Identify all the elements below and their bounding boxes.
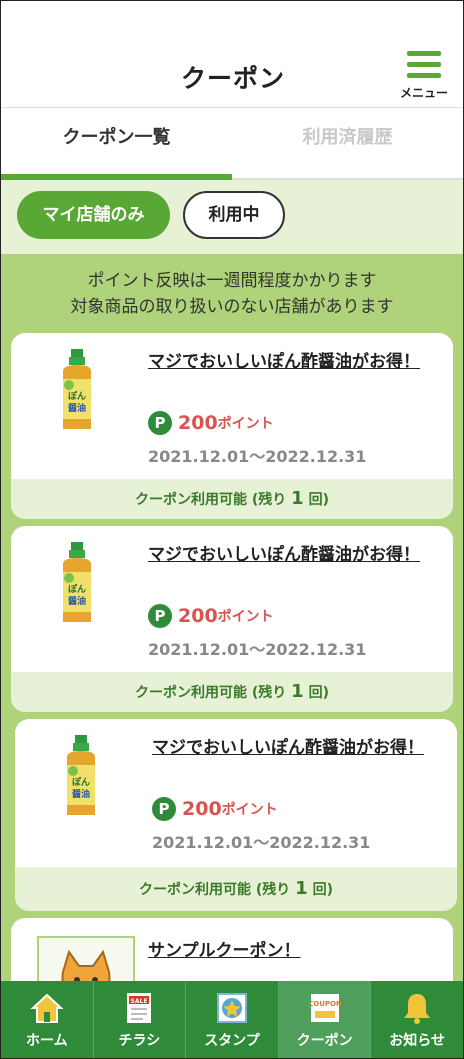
points-row: P 200 ポイント — [148, 604, 274, 628]
nav-coupon[interactable]: COUPON クーポン — [278, 981, 372, 1058]
notice: ポイント反映は一週間程度かかります 対象商品の取り扱いのない店舗があります — [1, 268, 463, 320]
points-icon: P — [148, 604, 172, 628]
coupon-status: クーポン利用可能 (残り 1 回) — [11, 479, 453, 519]
status-suffix: 回) — [303, 492, 329, 508]
tab-coupon-list[interactable]: クーポン一覧 — [1, 108, 232, 180]
status-prefix: クーポン利用可能 (残り — [135, 685, 292, 701]
svg-text:醤油: 醤油 — [68, 402, 86, 414]
notice-line-2: 対象商品の取り扱いのない店舗があります — [70, 297, 394, 317]
coupon-title[interactable]: マジでおいしいぽん酢醤油がお得！ — [152, 735, 432, 762]
stamp-icon — [216, 993, 247, 1023]
svg-text:ぽん: ぽん — [68, 583, 86, 595]
filter-my-stores[interactable]: マイ店舗のみ — [17, 191, 170, 239]
valid-period: 2021.12.01〜2022.12.31 — [148, 447, 367, 466]
flyer-icon: SALE — [127, 993, 152, 1023]
status-suffix: 回) — [303, 685, 329, 701]
coupon-card[interactable]: ぽん 醤油 マジでおいしいぽん酢醤油がお得！ P 200 ポイント 2021.1… — [11, 333, 453, 519]
cat-mascot-icon — [61, 949, 111, 982]
hamburger-icon-line — [407, 62, 441, 67]
flyer-icon-text: SALE — [131, 998, 148, 1005]
app-screen: クーポン メニュー クーポン一覧 利用済履歴 マイ店舗のみ 利用中 ポイント反映… — [0, 0, 464, 1059]
coupon-card[interactable]: ぽん 醤油 マジでおいしいぽん酢醤油がお得！ P 200 ポイント 2021.1… — [15, 719, 457, 911]
coupon-card[interactable]: ぽん 醤油 マジでおいしいぽん酢醤油がお得！ P 200 ポイント 2021.1… — [11, 526, 453, 712]
remaining-count: 1 — [291, 681, 304, 702]
hamburger-icon — [407, 51, 441, 56]
header: クーポン メニュー — [1, 1, 463, 107]
coupon-icon-text: COUPON — [308, 1000, 342, 1008]
bell-icon — [404, 994, 431, 1024]
coupon-title[interactable]: サンプルクーポン！ — [148, 936, 301, 961]
nav-label: ホーム — [26, 1033, 68, 1049]
sample-coupon-image — [37, 936, 135, 982]
valid-period: 2021.12.01〜2022.12.31 — [148, 640, 367, 659]
status-suffix: 回) — [307, 882, 333, 898]
hamburger-icon-line — [407, 73, 441, 78]
remaining-count: 1 — [291, 488, 304, 509]
nav-notice[interactable]: お知らせ — [371, 981, 463, 1058]
points-row: P 200 ポイント — [152, 797, 278, 821]
remaining-count: 1 — [295, 878, 308, 899]
svg-text:醤油: 醤油 — [72, 788, 90, 800]
notice-line-1: ポイント反映は一週間程度かかります — [87, 271, 377, 291]
page-title: クーポン — [180, 64, 285, 93]
bottom-nav: ホーム SALE チラシ スタンプ COUPON クーポン お知らせ — [1, 981, 463, 1058]
tab-usage-history[interactable]: 利用済履歴 — [232, 108, 463, 180]
ponzu-bottle-image: ぽん 醤油 — [63, 349, 91, 429]
filter-in-use[interactable]: 利用中 — [183, 191, 285, 239]
coupon-card[interactable]: サンプルクーポン！ — [11, 918, 453, 982]
points-icon: P — [148, 411, 172, 435]
ponzu-bottle-image: ぽん 醤油 — [63, 542, 91, 622]
points-unit: ポイント — [217, 609, 274, 625]
nav-flyer[interactable]: SALE チラシ — [94, 981, 187, 1058]
nav-label: お知らせ — [389, 1033, 446, 1049]
nav-stamp[interactable]: スタンプ — [186, 981, 279, 1058]
points-unit: ポイント — [221, 802, 278, 818]
points-value: 200 — [178, 605, 218, 627]
points-value: 200 — [178, 412, 218, 434]
nav-label: クーポン — [296, 1033, 353, 1049]
menu-label: メニュー — [399, 86, 448, 100]
coupon-status: クーポン利用可能 (残り 1 回) — [15, 867, 457, 911]
status-prefix: クーポン利用可能 (残り — [139, 882, 296, 898]
nav-label: チラシ — [118, 1033, 161, 1049]
coupon-status: クーポン利用可能 (残り 1 回) — [11, 672, 453, 712]
svg-text:醤油: 醤油 — [68, 595, 86, 607]
coupon-title[interactable]: マジでおいしいぽん酢醤油がお得！ — [148, 542, 428, 569]
valid-period: 2021.12.01〜2022.12.31 — [152, 833, 371, 852]
svg-text:ぽん: ぽん — [68, 390, 86, 402]
nav-home[interactable]: ホーム — [1, 981, 94, 1058]
status-prefix: クーポン利用可能 (残り — [135, 492, 292, 508]
menu-button[interactable]: メニュー — [399, 51, 449, 100]
points-icon: P — [152, 797, 176, 821]
home-icon — [30, 993, 64, 1023]
coupon-title[interactable]: マジでおいしいぽん酢醤油がお得！ — [148, 349, 428, 376]
nav-label: スタンプ — [204, 1033, 260, 1049]
ponzu-bottle-image: ぽん 醤油 — [67, 735, 95, 815]
coupon-icon: COUPON — [308, 994, 342, 1022]
coupon-list-area: マイ店舗のみ 利用中 ポイント反映は一週間程度かかります 対象商品の取り扱いのな… — [1, 180, 463, 982]
points-unit: ポイント — [217, 416, 274, 432]
points-row: P 200 ポイント — [148, 411, 274, 435]
tab-bar: クーポン一覧 利用済履歴 — [1, 107, 463, 180]
points-value: 200 — [182, 798, 222, 820]
svg-text:ぽん: ぽん — [72, 776, 90, 788]
filter-bar: マイ店舗のみ 利用中 — [1, 180, 463, 254]
